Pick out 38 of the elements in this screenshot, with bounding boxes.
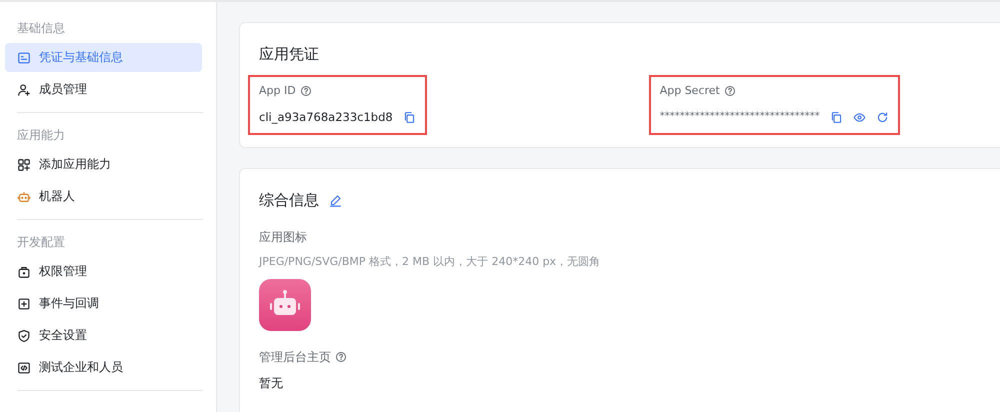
sidebar-item[interactable]: 添加应用能力 <box>5 150 202 179</box>
copy-icon[interactable] <box>402 110 416 124</box>
sidebar-item[interactable]: 机器人 <box>5 182 202 211</box>
grid-add-icon <box>17 158 31 172</box>
field-label: App Secret <box>660 83 720 99</box>
sidebar-item[interactable]: 测试企业和人员 <box>5 353 202 382</box>
user-add-icon <box>17 82 31 96</box>
hint-text: JPEG/PNG/SVG/BMP 格式，2 MB 以内，大于 240*240 px，无圆角 <box>259 255 602 269</box>
help-icon <box>724 85 736 97</box>
help-icon <box>335 351 347 363</box>
lock-icon <box>17 264 31 278</box>
help-icon <box>300 85 312 97</box>
card-title: 应用凭证 <box>259 44 320 65</box>
sidebar-item[interactable]: 成员管理 <box>5 75 202 104</box>
refresh-icon[interactable] <box>876 110 889 124</box>
field-label: 管理后台主页 <box>259 349 331 365</box>
section-label: 基础信息 <box>16 20 66 37</box>
sidebar-item[interactable]: 权限管理 <box>5 257 202 286</box>
pencil-icon[interactable] <box>329 194 342 206</box>
field-label: App ID <box>259 83 296 99</box>
eye-icon[interactable] <box>852 110 866 124</box>
robot-icon <box>17 190 31 204</box>
sidebar-item[interactable]: 事件与回调 <box>5 289 202 318</box>
code-icon <box>17 360 31 374</box>
copy-icon[interactable] <box>830 110 843 124</box>
field-value: cli_a93a768a233c1bd8 <box>259 109 393 125</box>
card-title: 综合信息 <box>259 190 319 211</box>
card-icon <box>17 50 31 64</box>
sidebar-item[interactable]: 安全设置 <box>5 321 202 350</box>
shield-icon <box>17 328 31 342</box>
field-value: 暂无 <box>259 375 284 391</box>
robot-app-icon <box>259 279 311 331</box>
masked-secret: ******************************** <box>660 110 820 124</box>
sidebar-item[interactable]: 凭证与基础信息 <box>5 43 202 72</box>
field-label: 应用图标 <box>259 229 307 245</box>
section-label: 应用能力 <box>16 127 66 144</box>
section-label: 开发配置 <box>16 234 66 251</box>
plus-square-icon <box>17 296 31 310</box>
